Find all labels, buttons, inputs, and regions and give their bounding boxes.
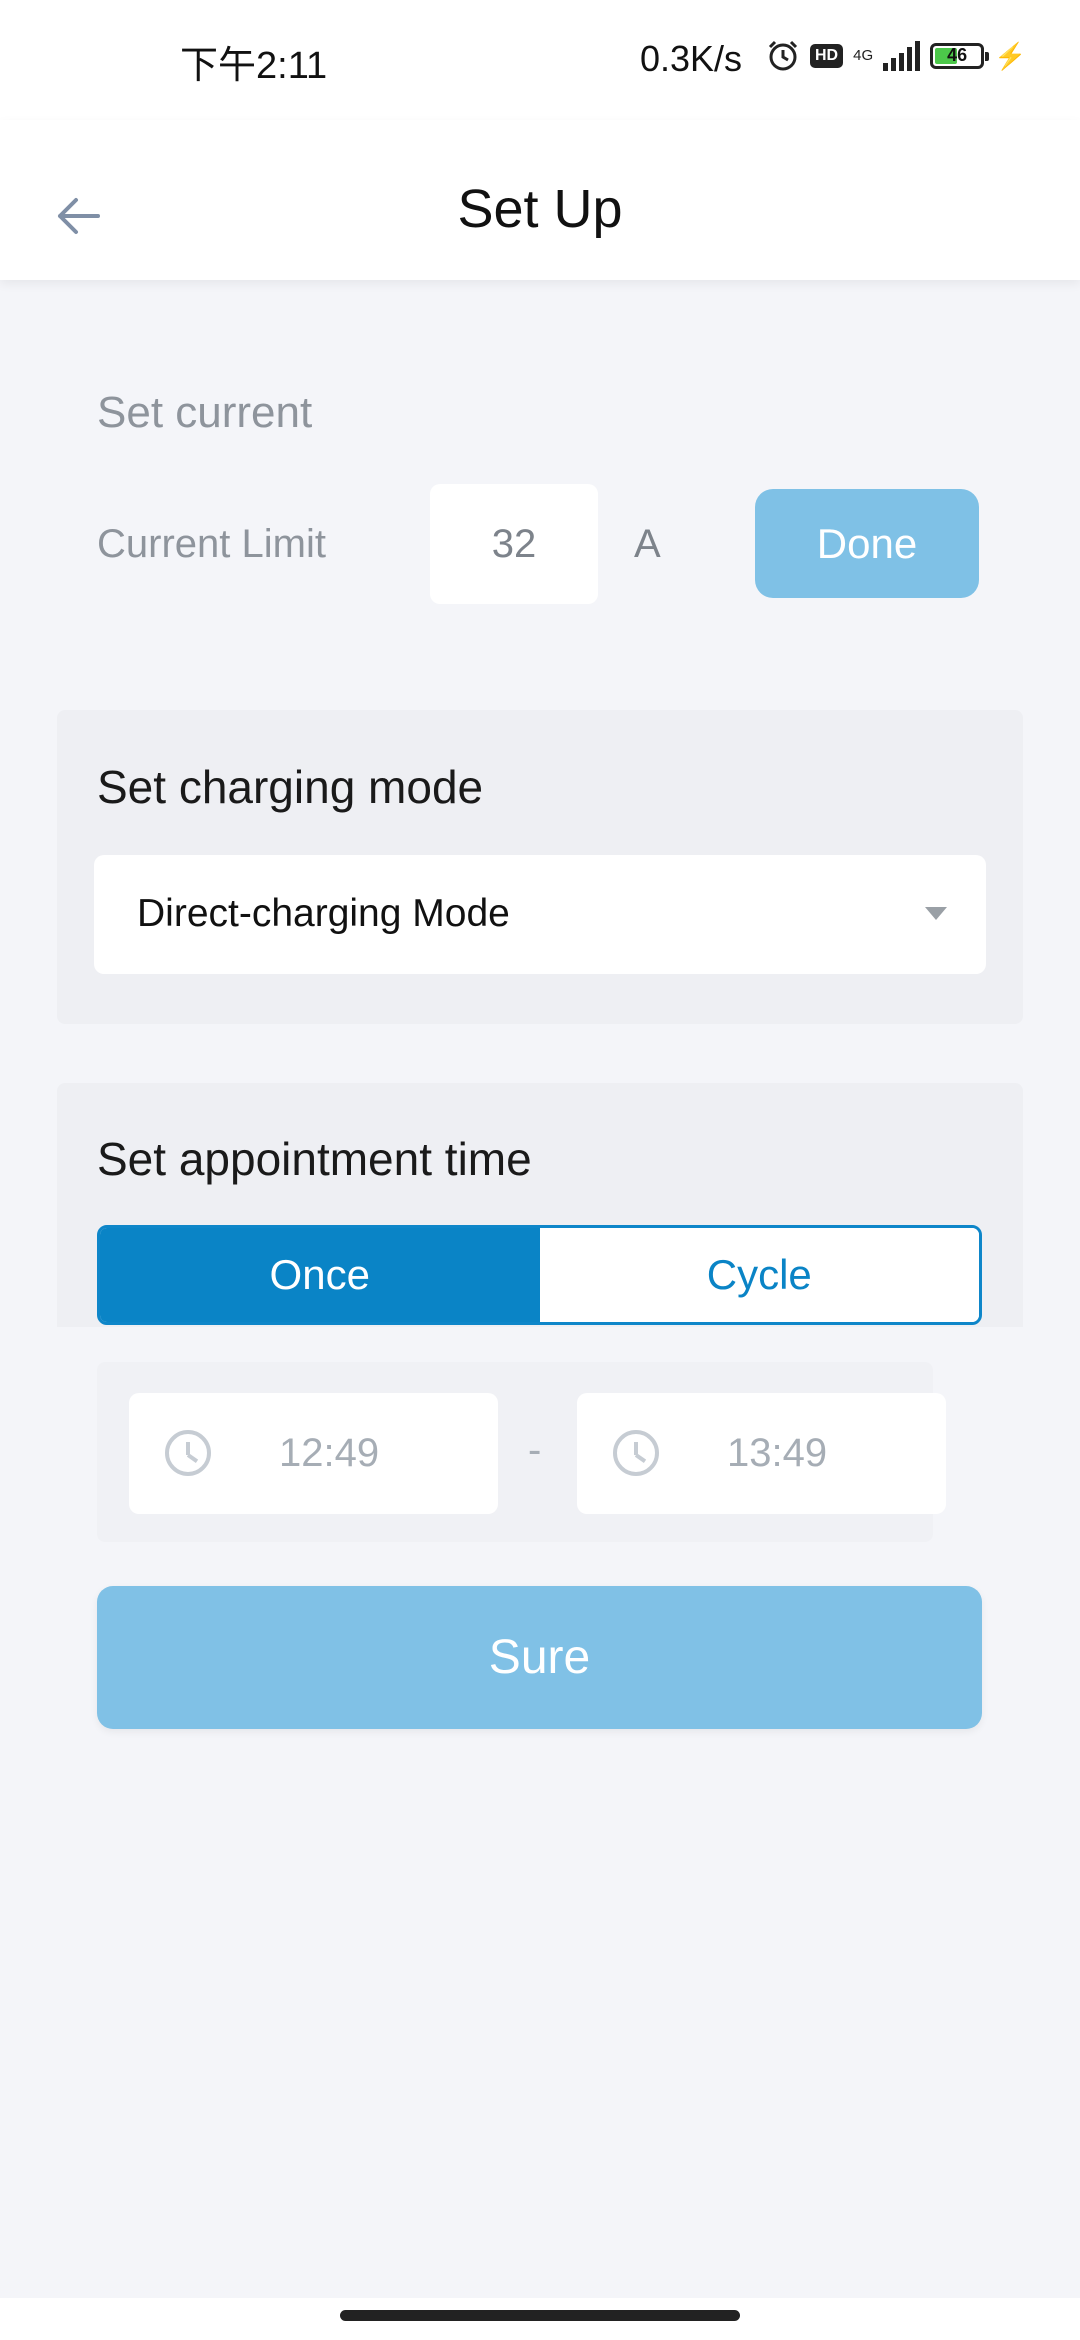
set-current-title: Set current [97, 388, 313, 437]
home-indicator[interactable] [340, 2310, 740, 2321]
current-limit-input[interactable]: 32 [430, 484, 598, 604]
charging-bolt-icon: ⚡ [994, 40, 1027, 71]
done-button[interactable]: Done [755, 489, 979, 598]
tab-once[interactable]: Once [100, 1228, 540, 1322]
end-time-picker[interactable]: 13:49 [577, 1393, 946, 1514]
end-time-value: 13:49 [727, 1431, 828, 1475]
sure-button[interactable]: Sure [97, 1586, 982, 1729]
start-time-picker[interactable]: 12:49 [129, 1393, 498, 1514]
current-limit-label: Current Limit [97, 522, 326, 566]
signal-icon [883, 41, 921, 71]
network-speed: 0.3K/s [640, 38, 743, 79]
clock-icon [165, 1430, 211, 1476]
charging-mode-title: Set charging mode [97, 761, 484, 813]
battery-icon: 46 [930, 43, 990, 69]
alarm-icon [768, 40, 798, 71]
tab-cycle[interactable]: Cycle [539, 1228, 979, 1322]
time-separator: - [528, 1428, 542, 1472]
hd-icon: HD [810, 44, 844, 68]
clock-icon [613, 1430, 659, 1476]
appointment-type-toggle: Once Cycle [97, 1225, 982, 1325]
chevron-down-icon [925, 907, 947, 920]
page-title: Set Up [457, 179, 623, 239]
appointment-title: Set appointment time [97, 1133, 532, 1185]
charging-mode-value: Direct-charging Mode [137, 892, 510, 935]
status-time: 下午2:11 [180, 45, 328, 87]
network-type: 4G [853, 47, 874, 64]
battery-level: 46 [947, 45, 968, 65]
current-unit: A [634, 522, 661, 566]
start-time-value: 12:49 [279, 1431, 380, 1475]
status-icons: HD 4G 46 ⚡ [766, 34, 1027, 78]
